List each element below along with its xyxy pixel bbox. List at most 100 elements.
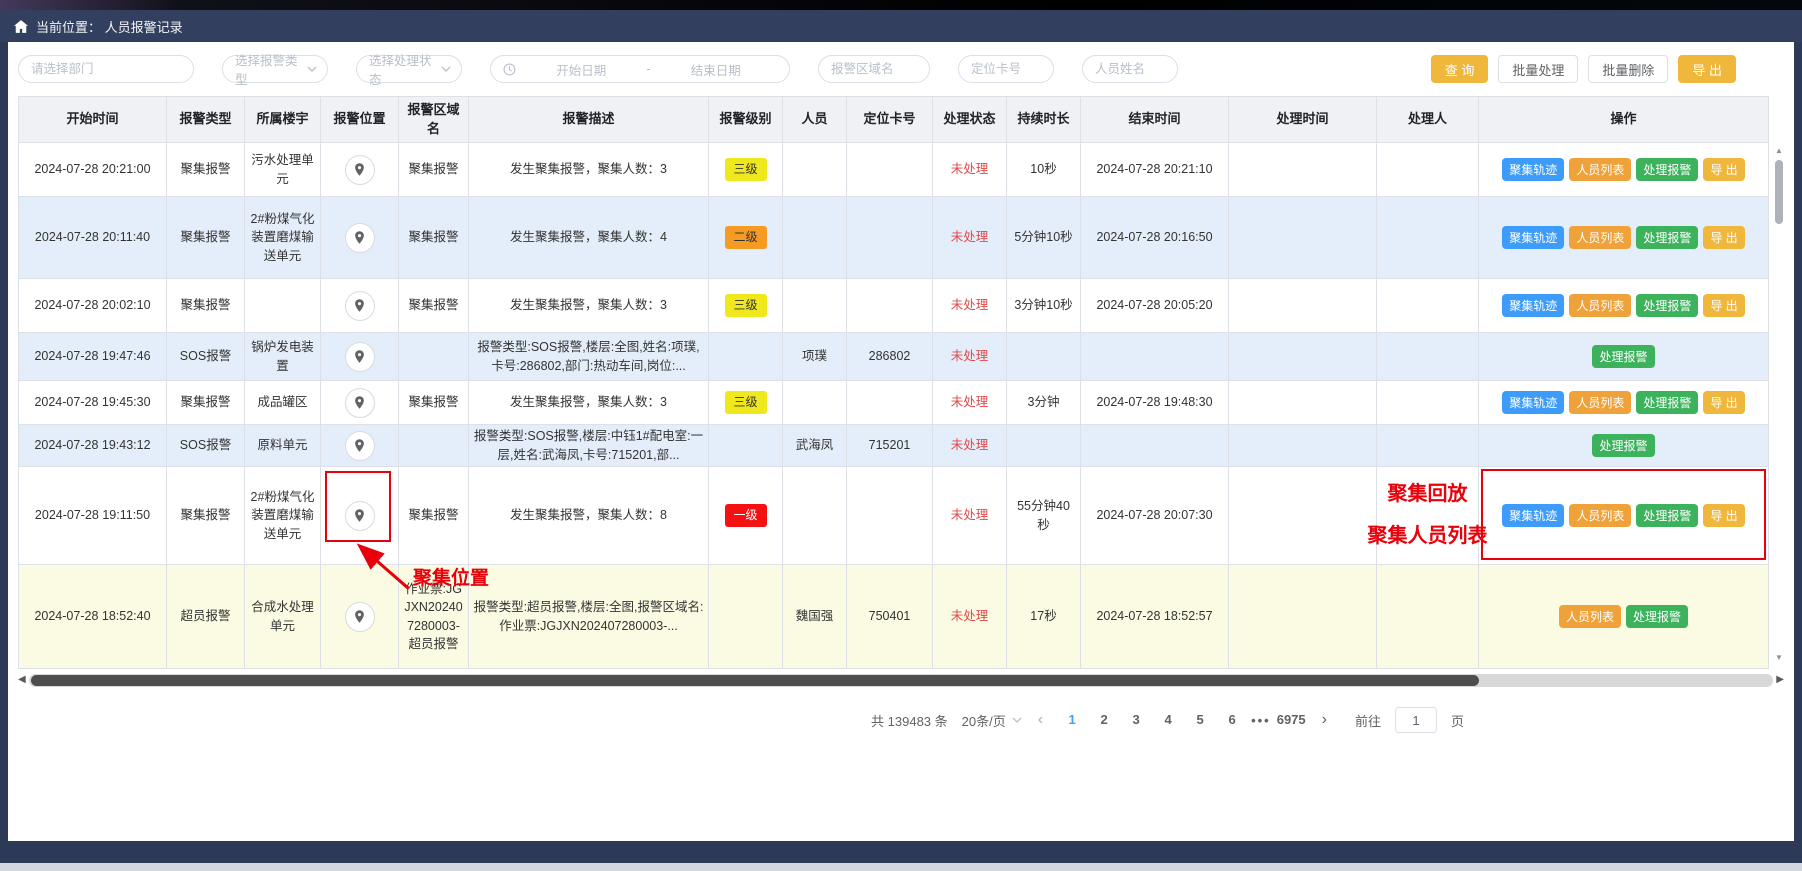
personnel-list-button[interactable]: 人员列表 — [1569, 504, 1631, 527]
page-button-3[interactable]: 3 — [1123, 707, 1149, 733]
gather-track-button[interactable]: 聚集轨迹 — [1502, 226, 1564, 249]
cell-alarm-level — [709, 333, 783, 381]
gather-track-button[interactable]: 聚集轨迹 — [1502, 294, 1564, 317]
cell-description: 发生聚集报警，聚集人数：8 — [469, 467, 709, 565]
handle-alarm-button[interactable]: 处理报警 — [1592, 345, 1654, 368]
export-row-button[interactable]: 导 出 — [1703, 158, 1744, 181]
cell-handle-status: 未处理 — [933, 425, 1007, 467]
alarm-type-select[interactable]: 选择报警类型 — [222, 55, 328, 83]
handle-alarm-button[interactable]: 处理报警 — [1636, 158, 1698, 181]
batch-delete-button[interactable]: 批量删除 — [1588, 55, 1668, 83]
export-row-button[interactable]: 导 出 — [1703, 504, 1744, 527]
area-name-input[interactable] — [818, 55, 930, 83]
start-date-placeholder: 开始日期 — [520, 60, 642, 79]
page-button-2[interactable]: 2 — [1091, 707, 1117, 733]
row-action-buttons: 聚集轨迹人员列表处理报警导 出 — [1483, 292, 1764, 319]
horizontal-scrollbar[interactable]: ◀ ▶ — [18, 671, 1784, 689]
goto-page-input[interactable] — [1395, 707, 1437, 733]
location-pin-icon[interactable] — [345, 431, 375, 461]
cell-card-number: 286802 — [847, 333, 933, 381]
prev-page-button[interactable]: ‹ — [1036, 712, 1045, 728]
location-pin-icon[interactable] — [345, 501, 375, 531]
row-action-buttons: 聚集轨迹人员列表处理报警导 出 — [1483, 502, 1764, 529]
handle-alarm-button[interactable]: 处理报警 — [1592, 434, 1654, 457]
scroll-up-arrow-icon[interactable]: ▲ — [1775, 146, 1783, 156]
export-row-button[interactable]: 导 出 — [1703, 391, 1744, 414]
query-button[interactable]: 查 询 — [1431, 55, 1489, 83]
cell-building: 污水处理单元 — [245, 143, 321, 197]
export-button[interactable]: 导 出 — [1678, 55, 1736, 83]
handle-alarm-button[interactable]: 处理报警 — [1636, 391, 1698, 414]
status-label: 未处理 — [951, 508, 989, 522]
location-pin-icon[interactable] — [345, 155, 375, 185]
horizontal-scroll-thumb[interactable] — [31, 675, 1479, 686]
batch-process-button[interactable]: 批量处理 — [1498, 55, 1578, 83]
cell-handle-status: 未处理 — [933, 565, 1007, 669]
cell-end-time: 2024-07-28 20:21:10 — [1081, 143, 1229, 197]
status-label: 未处理 — [951, 395, 989, 409]
table-row: 2024-07-28 19:43:12SOS报警原料单元报警类型:SOS报警,楼… — [19, 425, 1769, 467]
person-name-input[interactable] — [1082, 55, 1178, 83]
scroll-left-arrow-icon[interactable]: ◀ — [18, 675, 26, 685]
card-number-input[interactable] — [958, 55, 1054, 83]
vertical-scrollbar[interactable]: ▲ ▼ — [1772, 146, 1786, 663]
department-select-input[interactable] — [18, 55, 194, 83]
scroll-down-arrow-icon[interactable]: ▼ — [1775, 653, 1783, 663]
cell-person — [783, 279, 847, 333]
handle-status-select[interactable]: 选择处理状态 — [356, 55, 462, 83]
location-pin-icon[interactable] — [345, 342, 375, 372]
next-page-button[interactable]: › — [1320, 712, 1329, 728]
cell-building: 2#粉煤气化装置磨煤输送单元 — [245, 467, 321, 565]
date-range-picker[interactable]: 开始日期 - 结束日期 — [490, 55, 790, 83]
export-row-button[interactable]: 导 出 — [1703, 226, 1744, 249]
page-button-1[interactable]: 1 — [1059, 707, 1085, 733]
page-button-5[interactable]: 5 — [1187, 707, 1213, 733]
cell-handler — [1377, 197, 1479, 279]
home-icon[interactable] — [14, 20, 28, 33]
page-button-4[interactable]: 4 — [1155, 707, 1181, 733]
gather-track-button[interactable]: 聚集轨迹 — [1502, 158, 1564, 181]
export-row-button[interactable]: 导 出 — [1703, 294, 1744, 317]
handle-alarm-button[interactable]: 处理报警 — [1636, 226, 1698, 249]
alarm-level-badge: 三级 — [725, 294, 767, 317]
page-button-6[interactable]: 6 — [1219, 707, 1245, 733]
personnel-list-button[interactable]: 人员列表 — [1569, 294, 1631, 317]
cell-end-time: 2024-07-28 20:07:30 — [1081, 467, 1229, 565]
cell-handle-status: 未处理 — [933, 143, 1007, 197]
horizontal-scroll-track[interactable] — [29, 674, 1774, 687]
cell-end-time — [1081, 333, 1229, 381]
more-pages-indicator[interactable]: ••• — [1251, 713, 1271, 728]
status-label: 未处理 — [951, 162, 989, 176]
cell-actions: 处理报警 — [1479, 425, 1769, 467]
handle-alarm-button[interactable]: 处理报警 — [1636, 504, 1698, 527]
gather-track-button[interactable]: 聚集轨迹 — [1502, 391, 1564, 414]
cell-description: 报警类型:SOS报警,楼层:全图,姓名:项璞,卡号:286802,部门:热动车间… — [469, 333, 709, 381]
page-button-6975[interactable]: 6975 — [1277, 707, 1306, 733]
personnel-list-button[interactable]: 人员列表 — [1569, 226, 1631, 249]
cell-handle-status: 未处理 — [933, 279, 1007, 333]
cell-card-number — [847, 197, 933, 279]
location-pin-icon[interactable] — [345, 602, 375, 632]
page-size-select[interactable]: 20条/页 — [962, 711, 1022, 730]
personnel-list-button[interactable]: 人员列表 — [1559, 605, 1621, 628]
personnel-list-button[interactable]: 人员列表 — [1569, 391, 1631, 414]
page-size-value: 20条/页 — [962, 711, 1006, 730]
personnel-list-button[interactable]: 人员列表 — [1569, 158, 1631, 181]
scroll-right-arrow-icon[interactable]: ▶ — [1776, 675, 1784, 685]
cell-person: 项璞 — [783, 333, 847, 381]
vertical-scroll-thumb[interactable] — [1775, 160, 1783, 224]
cell-area-name: 聚集报警 — [399, 467, 469, 565]
location-pin-icon[interactable] — [345, 291, 375, 321]
location-pin-icon[interactable] — [345, 388, 375, 418]
cell-handle-status: 未处理 — [933, 333, 1007, 381]
goto-suffix-label: 页 — [1451, 711, 1464, 730]
cell-person: 魏国强 — [783, 565, 847, 669]
cell-handler: 聚集回放聚集人员列表 — [1377, 467, 1479, 565]
cell-alarm-position — [321, 565, 399, 669]
handle-alarm-button[interactable]: 处理报警 — [1636, 294, 1698, 317]
handle-alarm-button[interactable]: 处理报警 — [1626, 605, 1688, 628]
cell-description: 发生聚集报警，聚集人数：3 — [469, 143, 709, 197]
gather-track-button[interactable]: 聚集轨迹 — [1502, 504, 1564, 527]
cell-alarm-position — [321, 279, 399, 333]
location-pin-icon[interactable] — [345, 223, 375, 253]
